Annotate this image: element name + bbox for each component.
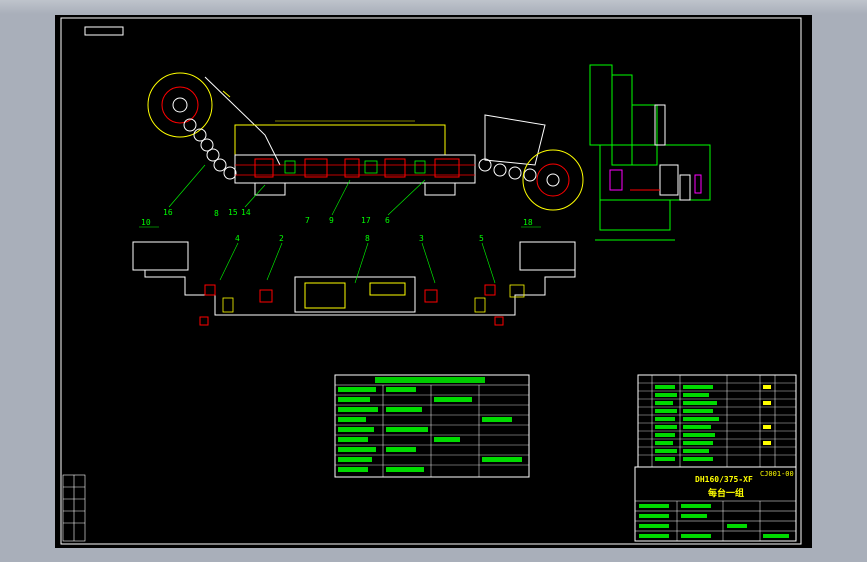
callout-10: 10: [141, 218, 151, 227]
left-end-block: [132, 241, 189, 271]
cad-viewport[interactable]: 16 8 15 14 7 9 17 6 10 4 2 8 3 5 18 DH16…: [55, 15, 812, 548]
drawing-canvas: 16 8 15 14 7 9 17 6 10 4 2 8 3 5 18 DH16…: [60, 17, 802, 545]
technical-data-table: [334, 374, 530, 478]
main-elevation-view[interactable]: [147, 72, 584, 211]
lower-plan-view[interactable]: [132, 241, 576, 326]
callout-14: 14: [241, 208, 251, 217]
right-end-block: [519, 241, 576, 271]
right-wheel: [522, 149, 584, 211]
callout-3: 3: [419, 234, 424, 243]
callout-6: 6: [385, 216, 390, 225]
left-wheel: [147, 72, 213, 138]
body-upper-frame: [234, 124, 446, 156]
callout-4: 4: [235, 234, 240, 243]
corner-label-box: [84, 26, 124, 36]
callout-9: 9: [329, 216, 334, 225]
callout-8a: 8: [214, 209, 219, 218]
callout-17: 17: [361, 216, 371, 225]
callout-8b: 8: [365, 234, 370, 243]
window-top-strip: [0, 0, 867, 14]
callout-16: 16: [163, 208, 173, 217]
left-margin-table: [62, 474, 86, 542]
parts-list-table: [637, 374, 797, 468]
callout-2: 2: [279, 234, 284, 243]
callout-7: 7: [305, 216, 310, 225]
callout-18: 18: [523, 218, 533, 227]
side-view[interactable]: [589, 64, 711, 241]
drawing-sheet-code: CJ001-00: [760, 470, 794, 478]
title-block: DH160/375-XF CJ001-00 每台一组: [634, 466, 797, 542]
drawing-model-label: DH160/375-XF: [695, 475, 753, 484]
callout-15: 15: [228, 208, 238, 217]
title-block-caption: 每台一组: [708, 487, 744, 499]
callout-5: 5: [479, 234, 484, 243]
